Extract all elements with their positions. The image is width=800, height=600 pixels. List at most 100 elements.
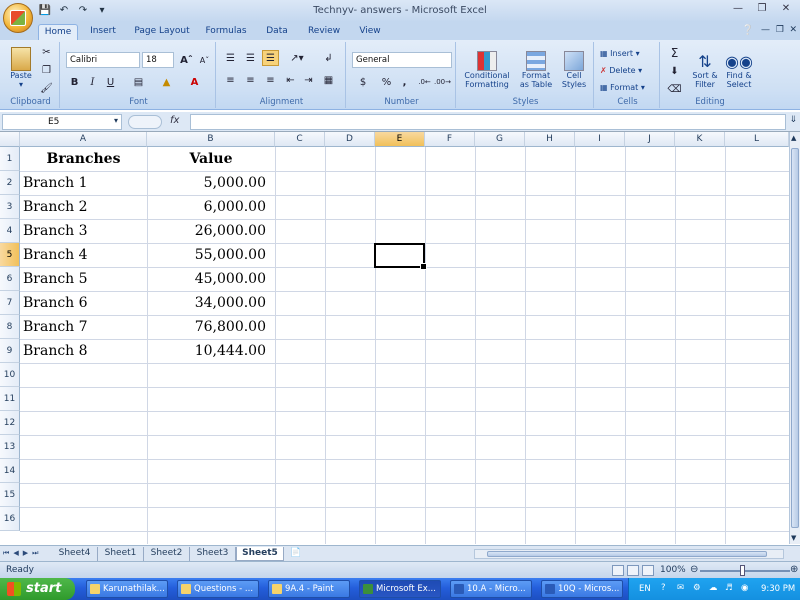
borders-icon[interactable]: ▤ bbox=[130, 74, 147, 90]
font-size-select[interactable]: 18 bbox=[142, 52, 174, 68]
cell-b1[interactable]: Value bbox=[147, 147, 275, 171]
grow-font-icon[interactable]: Aˆ bbox=[178, 52, 195, 68]
row-header-12[interactable]: 12 bbox=[0, 411, 20, 435]
vertical-scrollbar[interactable]: ▲ ▼ bbox=[789, 132, 800, 544]
delete-button[interactable]: ✗ Delete ▾ bbox=[600, 63, 642, 77]
percent-button[interactable]: % bbox=[378, 74, 395, 90]
column-header-b[interactable]: B bbox=[147, 132, 275, 147]
align-left-icon[interactable]: ≡ bbox=[222, 72, 239, 88]
sheet-tab-sheet5[interactable]: Sheet5 bbox=[236, 547, 284, 561]
restore-icon[interactable]: ❐ bbox=[752, 2, 772, 17]
help-icon[interactable]: ❔ bbox=[742, 25, 754, 36]
paste-button[interactable]: Paste ▾ bbox=[6, 44, 36, 92]
cell-a4[interactable]: Branch 3 bbox=[23, 219, 147, 243]
cell-a6[interactable]: Branch 5 bbox=[23, 267, 147, 291]
sheet-tab-sheet1[interactable]: Sheet1 bbox=[98, 547, 144, 561]
tab-home[interactable]: Home bbox=[38, 24, 78, 40]
shrink-font-icon[interactable]: Aˇ bbox=[196, 52, 213, 68]
cell-b3[interactable]: 6,000.00 bbox=[147, 195, 266, 219]
decrease-indent-icon[interactable]: ⇤ bbox=[282, 72, 299, 88]
network-icon[interactable]: ☁ bbox=[709, 583, 718, 593]
format-as-table-button[interactable]: Format as Table bbox=[516, 44, 556, 96]
column-header-k[interactable]: K bbox=[675, 132, 725, 147]
column-header-f[interactable]: F bbox=[425, 132, 475, 147]
bold-icon[interactable]: B bbox=[66, 74, 83, 90]
cell-a8[interactable]: Branch 7 bbox=[23, 315, 147, 339]
column-header-d[interactable]: D bbox=[325, 132, 375, 147]
cell-b6[interactable]: 45,000.00 bbox=[147, 267, 266, 291]
vertical-scroll-thumb[interactable] bbox=[791, 148, 799, 528]
cell-b2[interactable]: 5,000.00 bbox=[147, 171, 266, 195]
column-header-j[interactable]: J bbox=[625, 132, 675, 147]
tab-review[interactable]: Review bbox=[302, 24, 346, 40]
start-button[interactable]: start bbox=[0, 578, 75, 600]
row-header-5[interactable]: 5 bbox=[0, 243, 20, 267]
align-right-icon[interactable]: ≡ bbox=[262, 72, 279, 88]
name-box[interactable]: E5 bbox=[2, 114, 122, 130]
scroll-up-icon[interactable]: ▲ bbox=[791, 134, 796, 142]
sheet-tab-sheet3[interactable]: Sheet3 bbox=[190, 547, 236, 561]
formula-input[interactable] bbox=[190, 114, 786, 130]
increase-decimal-icon[interactable]: .0← bbox=[416, 74, 433, 90]
page-break-view-icon[interactable] bbox=[642, 565, 654, 576]
align-middle-icon[interactable]: ☰ bbox=[242, 50, 259, 66]
orientation-icon[interactable]: ↗▾ bbox=[284, 50, 310, 66]
number-format-select[interactable]: General bbox=[352, 52, 452, 68]
cell-a5[interactable]: Branch 4 bbox=[23, 243, 147, 267]
cell-a9[interactable]: Branch 8 bbox=[23, 339, 147, 363]
row-header-8[interactable]: 8 bbox=[0, 315, 20, 339]
insert-button[interactable]: ▦ Insert ▾ bbox=[600, 46, 640, 60]
row-header-4[interactable]: 4 bbox=[0, 219, 20, 243]
active-cell-e5[interactable] bbox=[374, 243, 427, 270]
restore-workbook-icon[interactable]: ❐ bbox=[776, 25, 784, 35]
find-select-button[interactable]: ◉◉ Find & Select bbox=[722, 44, 756, 96]
wrap-text-icon[interactable]: ↲ bbox=[320, 50, 337, 66]
row-header-16[interactable]: 16 bbox=[0, 507, 20, 531]
select-all-corner[interactable] bbox=[0, 132, 20, 147]
tab-insert[interactable]: Insert bbox=[84, 24, 122, 40]
taskbar-item-excel[interactable]: Microsoft Ex... bbox=[359, 580, 441, 598]
taskbar-item-paint[interactable]: 9A.4 - Paint bbox=[268, 580, 350, 598]
italic-icon[interactable]: I bbox=[84, 74, 101, 90]
minimize-icon[interactable]: — bbox=[728, 2, 748, 17]
fill-color-icon[interactable]: ▲ bbox=[158, 74, 175, 90]
zoom-out-icon[interactable]: ⊖ bbox=[690, 564, 698, 575]
currency-button[interactable]: $ bbox=[352, 74, 374, 90]
formula-cancel-enter-toggle[interactable] bbox=[128, 115, 162, 129]
tray-icon[interactable]: ◉ bbox=[741, 583, 748, 593]
column-header-a[interactable]: A bbox=[20, 132, 147, 147]
page-layout-view-icon[interactable] bbox=[627, 565, 639, 576]
row-header-1[interactable]: 1 bbox=[0, 147, 20, 171]
cell-b7[interactable]: 34,000.00 bbox=[147, 291, 266, 315]
tab-data[interactable]: Data bbox=[260, 24, 294, 40]
help-tray-icon[interactable]: ? bbox=[661, 583, 666, 593]
copy-icon[interactable]: ❐ bbox=[38, 62, 55, 78]
volume-icon[interactable]: ♬ bbox=[725, 583, 733, 593]
row-header-2[interactable]: 2 bbox=[0, 171, 20, 195]
underline-icon[interactable]: U bbox=[102, 74, 119, 90]
next-sheet-icon[interactable]: ▶ bbox=[23, 549, 28, 558]
prev-sheet-icon[interactable]: ◀ bbox=[13, 549, 18, 558]
clear-icon[interactable]: ⌫ bbox=[666, 81, 683, 97]
increase-indent-icon[interactable]: ⇥ bbox=[300, 72, 317, 88]
cell-a7[interactable]: Branch 6 bbox=[23, 291, 147, 315]
first-sheet-icon[interactable]: ⏮ bbox=[3, 549, 9, 558]
sheet-tab-sheet2[interactable]: Sheet2 bbox=[144, 547, 190, 561]
last-sheet-icon[interactable]: ⏭ bbox=[32, 549, 38, 558]
zoom-slider[interactable] bbox=[700, 570, 790, 572]
zoom-slider-thumb[interactable] bbox=[740, 565, 745, 576]
format-button[interactable]: ▦ Format ▾ bbox=[600, 80, 645, 94]
column-header-i[interactable]: I bbox=[575, 132, 625, 147]
tab-view[interactable]: View bbox=[352, 24, 388, 40]
name-box-dropdown-icon[interactable]: ▾ bbox=[114, 116, 118, 125]
conditional-formatting-button[interactable]: Conditional Formatting bbox=[460, 44, 514, 96]
row-header-13[interactable]: 13 bbox=[0, 435, 20, 459]
column-header-g[interactable]: G bbox=[475, 132, 525, 147]
decrease-decimal-icon[interactable]: .00→ bbox=[434, 74, 451, 90]
sort-filter-button[interactable]: ⇅ Sort & Filter bbox=[688, 44, 722, 96]
insert-function-button[interactable]: fx bbox=[170, 115, 179, 126]
expand-formula-bar-icon[interactable]: ⇓ bbox=[789, 115, 797, 125]
close-workbook-icon[interactable]: ✕ bbox=[789, 25, 797, 35]
taskbar-item-questions[interactable]: Questions - ... bbox=[177, 580, 259, 598]
row-header-7[interactable]: 7 bbox=[0, 291, 20, 315]
